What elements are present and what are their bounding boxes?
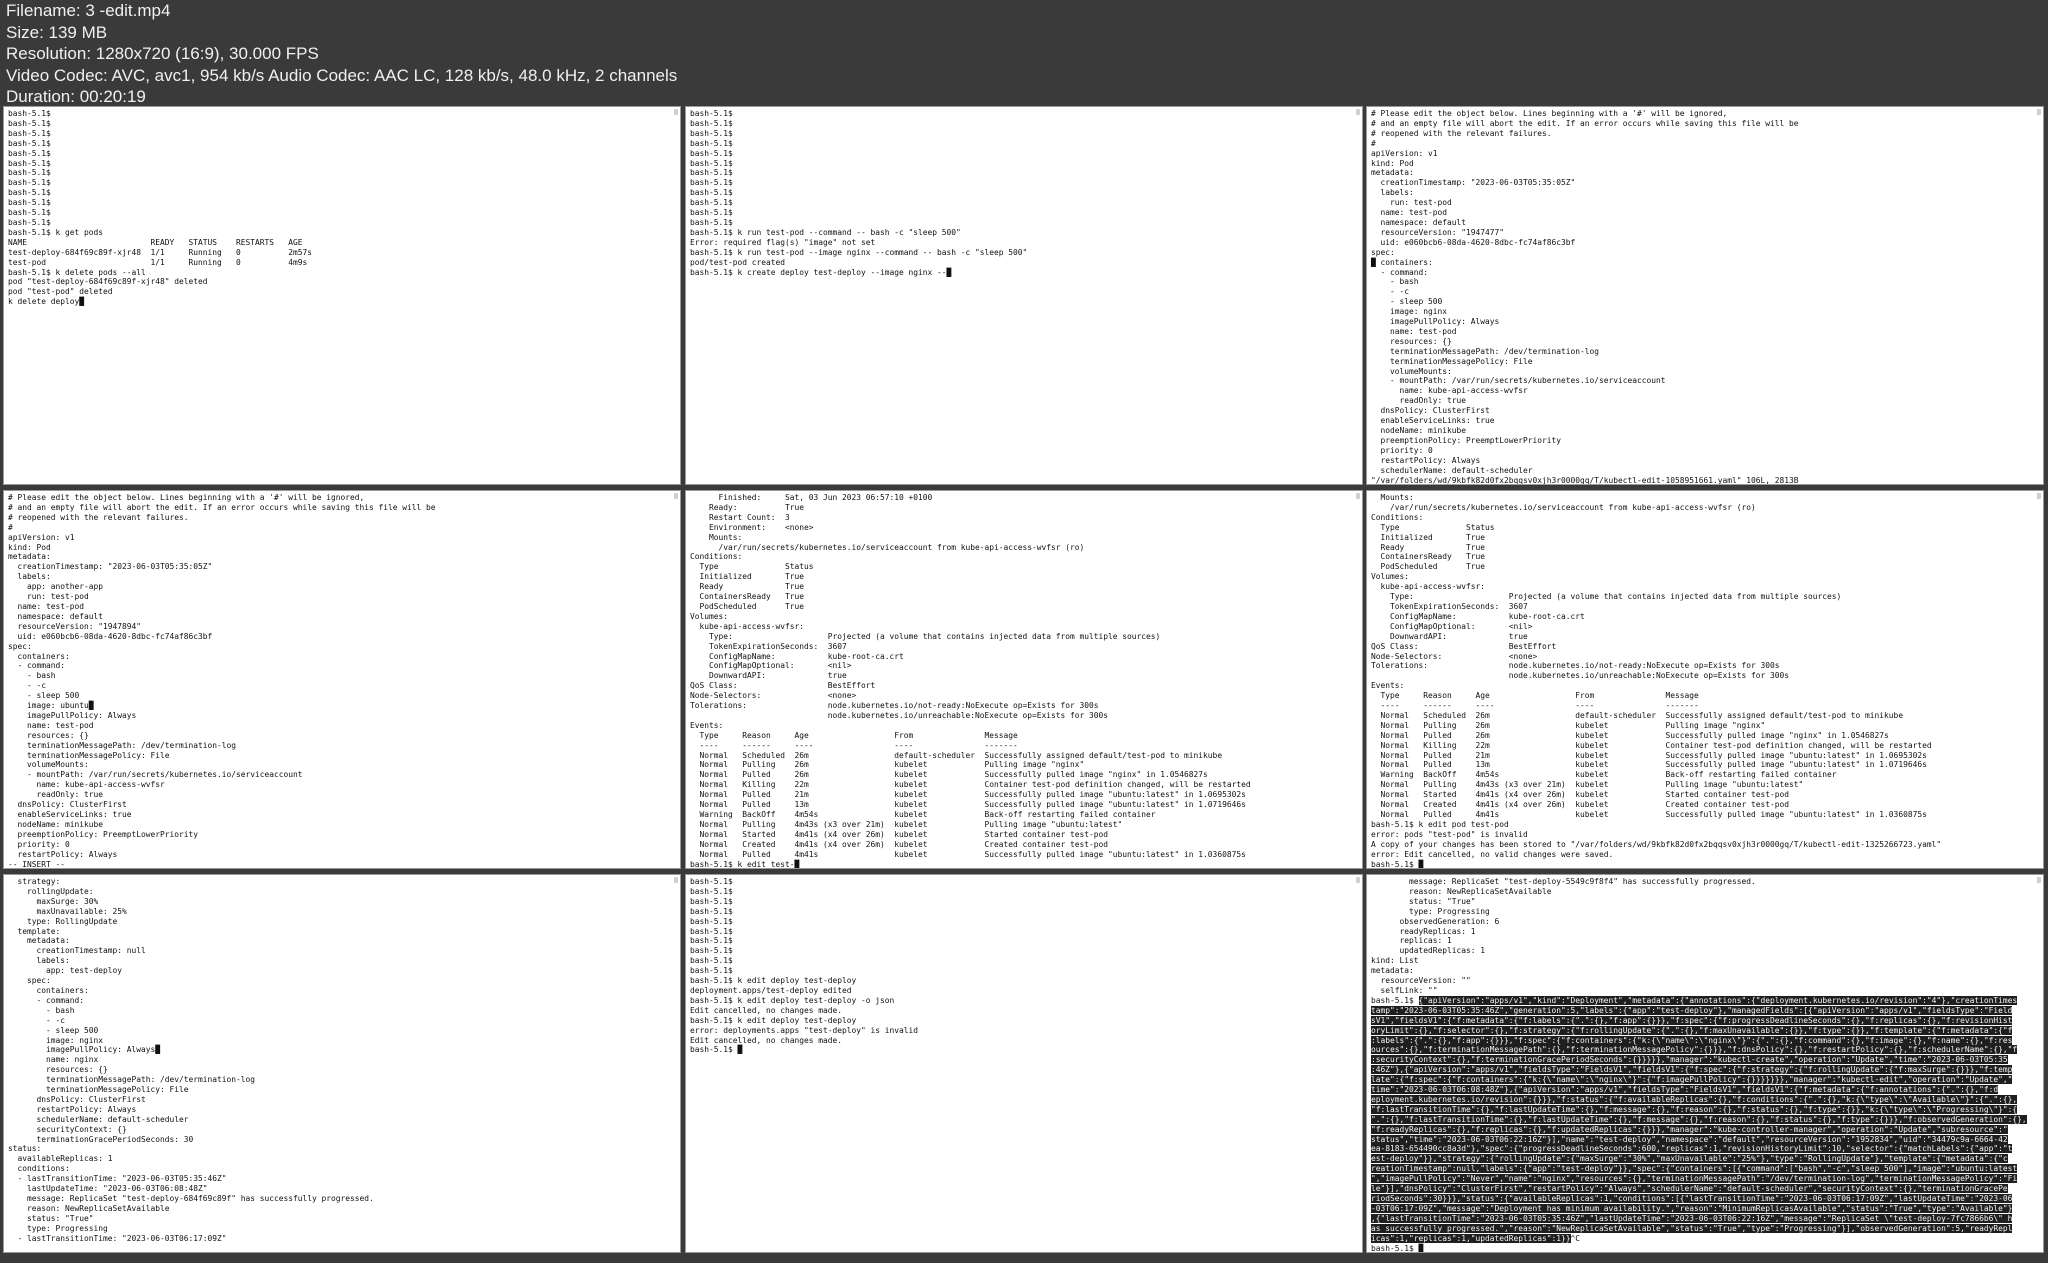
terminal-text: bash-5.1$ bash-5.1$ bash-5.1$ bash-5.1$ …	[690, 877, 919, 1055]
thumbnail-frame-6: Mounts: /var/run/secrets/kubernetes.io/s…	[1366, 490, 2044, 869]
json-output-line: late":{"f:spec":{"f:containers":{"k:{\"n…	[1371, 1075, 2013, 1085]
thumbnail-frame-8: bash-5.1$ bash-5.1$ bash-5.1$ bash-5.1$ …	[685, 874, 1363, 1253]
scroll-indicator	[1356, 877, 1360, 883]
json-output-line: icas":1,"replicas":1,"updatedReplicas":1…	[1371, 1233, 1571, 1243]
thumbnail-frame-4: # Please edit the object below. Lines be…	[3, 490, 681, 869]
terminal-text: Finished: Sat, 03 Jun 2023 06:57:10 +010…	[690, 493, 1251, 869]
thumbnail-grid: bash-5.1$ bash-5.1$ bash-5.1$ bash-5.1$ …	[0, 106, 2048, 1263]
thumbnail-frame-1: bash-5.1$ bash-5.1$ bash-5.1$ bash-5.1$ …	[3, 106, 681, 485]
json-output-line: le"}],"dnsPolicy":"ClusterFirst","restar…	[1371, 1184, 2008, 1194]
terminal-text: strategy: rollingUpdate: maxSurge: 30% m…	[8, 877, 374, 1243]
terminal-text: # Please edit the object below. Lines be…	[8, 493, 436, 869]
json-output-line: ".":{},"f:lastTransitionTime":{},"f:last…	[1371, 1114, 2027, 1124]
filename-text: Filename: 3 -edit.mp4	[6, 1, 171, 20]
json-output-line: time":"2023-06-03T06:08:48Z"},{"apiVersi…	[1371, 1085, 1999, 1095]
scroll-indicator	[674, 109, 678, 115]
json-output-line: "f:lastTransitionTime":{},"f:lastUpdateT…	[1371, 1104, 2018, 1114]
duration-text: Duration: 00:20:19	[6, 87, 146, 106]
terminal-text: # Please edit the object below. Lines be…	[1371, 109, 1799, 485]
thumbnail-frame-5: Finished: Sat, 03 Jun 2023 06:57:10 +010…	[685, 490, 1363, 869]
terminal-text: bash-5.1$ bash-5.1$ bash-5.1$ bash-5.1$ …	[690, 109, 1028, 277]
json-output-line: status","time":"2023-06-03T06:22:16Z"}],…	[1371, 1134, 2008, 1144]
interrupt-text: ^C	[1570, 1233, 1581, 1243]
json-output-line: :46Z"},{"apiVersion":"apps/v1","fieldsTy…	[1371, 1065, 2013, 1075]
json-output-line: -03T06:17:09Z","message":"Deployment has…	[1371, 1203, 2013, 1213]
size-text: Size: 139 MB	[6, 22, 108, 42]
json-output-line: ","imagePullPolicy":"Never","name":"ngin…	[1371, 1174, 2018, 1184]
scroll-indicator	[2037, 109, 2041, 115]
thumbnail-frame-7: strategy: rollingUpdate: maxSurge: 30% m…	[3, 874, 681, 1253]
json-output-line: "f:readyReplicas":{},"f:replicas":{},"f:…	[1371, 1124, 2008, 1134]
last-prompt: bash-5.1$ █	[1371, 1243, 1424, 1253]
json-output-line: oryLimit":{},"f:selector":{},"f:strategy…	[1371, 1025, 2013, 1035]
json-output-line: reationTimestamp":null,"labels":{"app":"…	[1371, 1164, 2018, 1174]
json-output-line: ea-8183-654490cc8a3d"},"spec":{"progress…	[1371, 1144, 2013, 1154]
terminal-text: Mounts: /var/run/secrets/kubernetes.io/s…	[1371, 493, 1942, 869]
video-info-header: Filename: 3 -edit.mp4 Size: 139 MB Resol…	[0, 0, 2048, 106]
yaml-tail-text: message: ReplicaSet "test-deploy-5549c9f…	[1371, 877, 1756, 995]
scroll-indicator	[1356, 109, 1360, 115]
scroll-indicator	[2037, 493, 2041, 499]
terminal-text: message: ReplicaSet "test-deploy-5549c9f…	[1367, 875, 2043, 1253]
json-output-line: as successfully progressed.","reason":"N…	[1371, 1223, 2013, 1233]
json-output-line: eployment.kubernetes.io/revision":{}}},"…	[1371, 1094, 2018, 1104]
thumbnail-frame-9: message: ReplicaSet "test-deploy-5549c9f…	[1366, 874, 2044, 1253]
resolution-text: Resolution: 1280x720 (16:9), 30.000 FPS	[6, 44, 319, 63]
json-output-line: ources":{},"f:terminationMessagePath":{}…	[1371, 1045, 2018, 1055]
scroll-indicator	[2037, 877, 2041, 883]
terminal-text: bash-5.1$ bash-5.1$ bash-5.1$ bash-5.1$ …	[8, 109, 313, 307]
json-output-line: est-deploy"}},"strategy":{"rollingUpdate…	[1371, 1154, 2008, 1164]
selected-json-output: {"apiVersion":"apps/v1","kind":"Deployme…	[1371, 995, 2027, 1243]
json-output-line: ,{"lastTransitionTime":"2023-06-03T05:35…	[1371, 1213, 2013, 1223]
json-output-line: :securityContext":{},"f:terminationGrace…	[1371, 1055, 2008, 1065]
json-output-line: sV1","fieldsV1":{"f:metadata":{"f:labels…	[1371, 1015, 2013, 1025]
scroll-indicator	[1356, 493, 1360, 499]
json-output-line: {"apiVersion":"apps/v1","kind":"Deployme…	[1418, 995, 2018, 1005]
json-output-line: tamp":"2023-06-03T05:35:46Z","generation…	[1371, 1005, 2013, 1015]
prompt-prefix: bash-5.1$	[1371, 995, 1419, 1005]
codec-text: Video Codec: AVC, avc1, 954 kb/s Audio C…	[6, 65, 678, 85]
json-output-line: riodSeconds":30}}},"status":{"availableR…	[1371, 1194, 2013, 1203]
thumbnail-frame-2: bash-5.1$ bash-5.1$ bash-5.1$ bash-5.1$ …	[685, 106, 1363, 485]
thumbnail-frame-3: # Please edit the object below. Lines be…	[1366, 106, 2044, 485]
scroll-indicator	[674, 493, 678, 499]
json-output-line: :labels":{".":{},"f:app":{}}},"f:spec":{…	[1371, 1035, 2013, 1045]
scroll-indicator	[674, 877, 678, 883]
